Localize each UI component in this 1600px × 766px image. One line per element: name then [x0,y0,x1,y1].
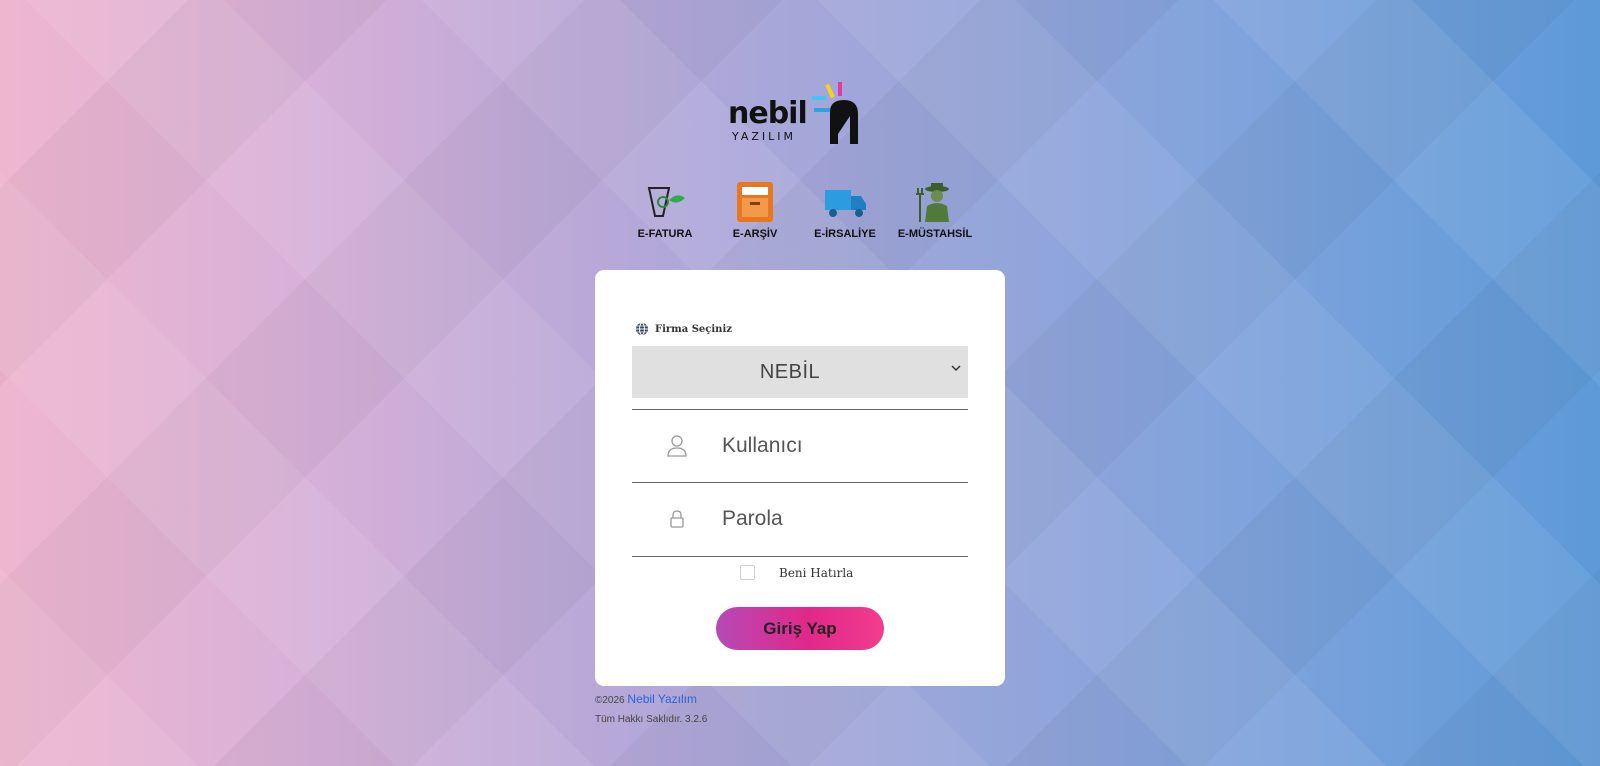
module-e-arsiv[interactable]: E-ARŞİV [710,180,800,250]
lock-icon [670,510,684,528]
user-icon [667,435,687,457]
module-label: E-ARŞİV [732,228,778,240]
nebil-yazilim-logo: nebil YAZILIM [720,82,880,152]
firm-label-text: Firma Seçiniz [655,323,732,335]
module-links: E-FATURA E-ARŞİV E-İRSALİYE E-MÜSTAHSİL [620,180,980,250]
login-card: Firma Seçiniz NEBİL Kullanıcı Parola Ben… [595,270,1005,686]
rights-text: Tüm Hakkı Saklıdır. 3.2.6 [595,714,708,725]
farmer-icon [916,183,949,222]
module-label: E-İRSALİYE [814,228,876,240]
module-e-mustahsil[interactable]: E-MÜSTAHSİL [890,180,980,250]
copyright-text: ©2026 [595,695,625,706]
logo-text: nebil [728,96,808,131]
remember-me: Beni Hatırla [740,565,853,580]
logo-subtext: YAZILIM [732,130,797,143]
module-e-fatura[interactable]: E-FATURA [620,180,710,250]
company-link[interactable]: Nebil Yazılım [627,692,697,706]
login-button[interactable]: Giriş Yap [716,607,884,650]
firm-select-value: NEBİL [759,360,821,383]
remember-label: Beni Hatırla [779,565,854,580]
chevron-down-icon [951,365,961,372]
delivery-truck-icon [825,190,866,217]
module-e-irsaliye[interactable]: E-İRSALİYE [800,180,890,250]
firm-select-label: Firma Seçiniz [635,322,732,336]
divider [632,556,968,557]
footer: ©2026 Nebil Yazılım Tüm Hakkı Saklıdır. … [595,690,707,729]
username-field[interactable]: Kullanıcı [632,410,968,482]
username-placeholder: Kullanıcı [722,434,803,457]
globe-icon [636,322,648,336]
archive-box-icon [737,182,773,222]
login-button-label: Giriş Yap [763,618,837,638]
nebil-n-mark-icon [812,82,858,144]
password-field[interactable]: Parola [632,483,968,555]
remember-checkbox[interactable] [740,565,755,580]
module-label: E-FATURA [637,228,693,240]
password-placeholder: Parola [722,507,783,530]
module-label: E-MÜSTAHSİL [897,228,973,240]
firm-select[interactable]: NEBİL [632,346,968,398]
e-invoice-icon [647,187,685,217]
